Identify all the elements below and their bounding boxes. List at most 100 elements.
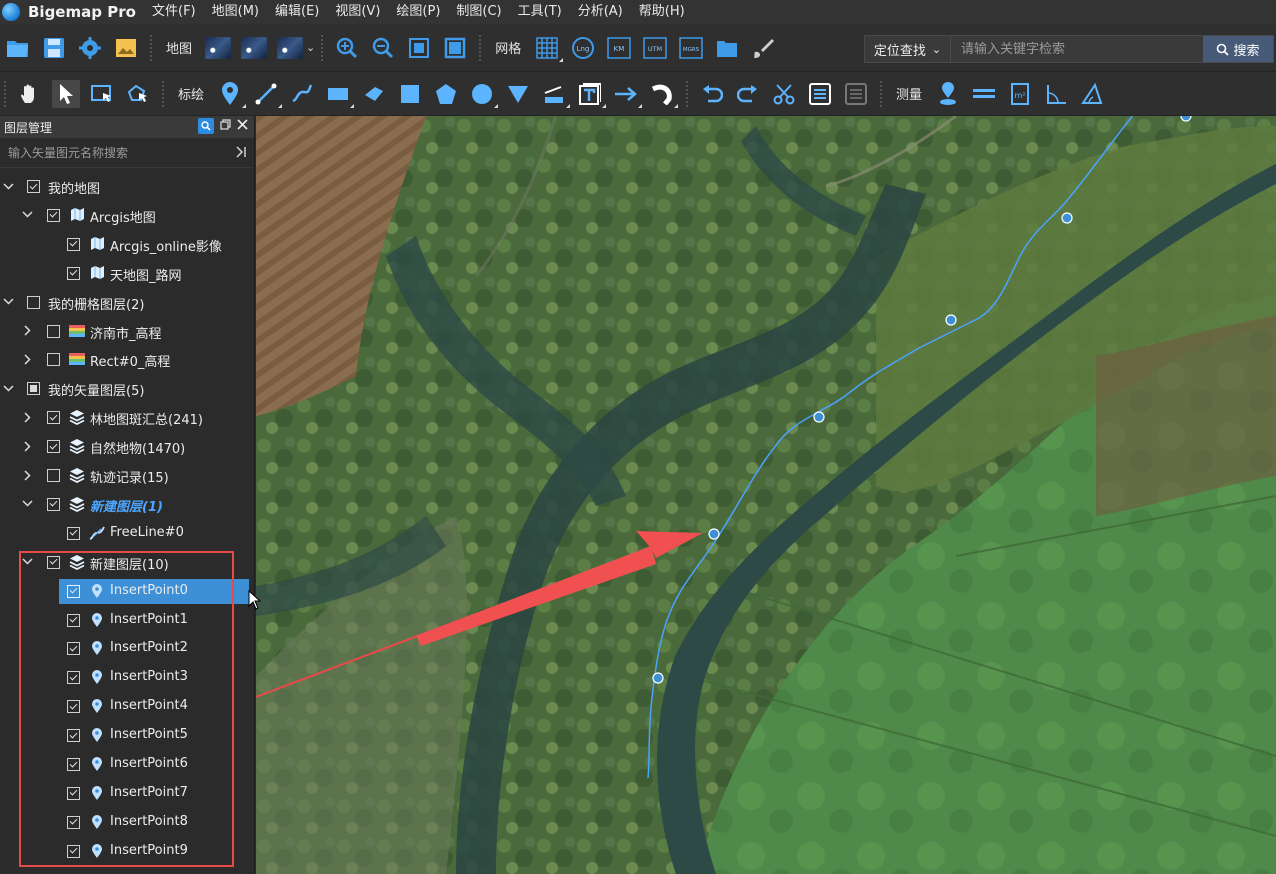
layer-tree-row[interactable]: 我的矢量图层(5) (0, 374, 254, 403)
layer-visibility-checkbox[interactable] (67, 815, 80, 829)
layer-list-icon[interactable] (806, 80, 834, 108)
layer-visibility-checkbox[interactable] (67, 613, 80, 627)
folder-icon[interactable] (713, 34, 741, 62)
menu-view[interactable]: 视图(V) (327, 0, 388, 24)
open-folder-icon[interactable] (4, 34, 32, 62)
map-canvas[interactable] (256, 116, 1276, 874)
layer-tree-row[interactable]: InsertPoint5 (0, 721, 254, 750)
layer-visibility-checkbox[interactable] (67, 237, 80, 251)
layer-visibility-checkbox[interactable] (67, 786, 80, 800)
settings-gear-icon[interactable] (76, 34, 104, 62)
layer-tree-row[interactable]: 轨迹记录(15) (0, 461, 254, 490)
layer-visibility-checkbox[interactable] (47, 324, 60, 338)
hand-pan-icon[interactable] (16, 80, 44, 108)
chevron-right-icon[interactable] (21, 469, 33, 481)
layer-visibility-checkbox[interactable] (47, 411, 60, 425)
zoom-extent-icon[interactable] (405, 34, 433, 62)
menu-cartography[interactable]: 制图(C) (448, 0, 509, 24)
insert-point-marker[interactable] (708, 528, 720, 540)
layer-filter-input[interactable] (8, 145, 228, 160)
square-icon[interactable] (396, 80, 424, 108)
layer-list-disabled-icon[interactable] (842, 80, 870, 108)
collapse-panel-icon[interactable] (235, 146, 246, 161)
chevron-right-icon[interactable] (21, 325, 33, 337)
marker-icon[interactable] (216, 80, 247, 108)
map-source-3-icon[interactable] (276, 34, 304, 62)
search-button[interactable]: 搜索 (1203, 36, 1273, 62)
layer-visibility-checkbox[interactable] (67, 758, 80, 771)
restore-window-icon[interactable] (220, 119, 231, 133)
map-source-1-icon[interactable] (204, 34, 232, 62)
layer-tree-row[interactable]: 新建图层(10) (0, 548, 254, 577)
ruler-area-icon[interactable] (540, 80, 571, 108)
menu-edit[interactable]: 编辑(E) (267, 0, 327, 24)
layer-tree-row[interactable]: InsertPoint9 (0, 837, 254, 866)
layer-visibility-checkbox[interactable] (47, 469, 60, 482)
layer-visibility-checkbox[interactable] (27, 180, 40, 193)
save-icon[interactable] (40, 34, 68, 62)
layer-visibility-checkbox[interactable] (27, 295, 40, 309)
curve-arrow-icon[interactable] (648, 80, 679, 108)
pointer-select-icon[interactable] (52, 79, 80, 108)
layer-tree-row[interactable]: InsertPoint0 (0, 577, 254, 606)
chevron-down-icon[interactable] (21, 556, 33, 568)
layer-visibility-checkbox[interactable] (67, 266, 80, 280)
full-extent-icon[interactable] (441, 34, 469, 62)
grid-icon[interactable] (533, 34, 564, 62)
mgrs-grid-icon[interactable]: MGRS (677, 34, 705, 62)
chevron-down-icon[interactable] (2, 382, 14, 394)
brush-icon[interactable] (749, 34, 777, 62)
layer-tree-row[interactable]: Arcgis地图 (0, 201, 254, 230)
layer-visibility-checkbox[interactable] (47, 208, 60, 222)
search-mode-dropdown[interactable]: 定位查找 ⌄ (865, 36, 951, 62)
layer-tree-row[interactable]: InsertPoint8 (0, 808, 254, 837)
chevron-right-icon[interactable] (21, 411, 33, 423)
menu-tools[interactable]: 工具(T) (510, 0, 570, 24)
map-source-2-icon[interactable] (240, 34, 268, 62)
zoom-in-icon[interactable] (333, 34, 361, 62)
measure-length-icon[interactable] (970, 80, 998, 108)
redo-icon[interactable] (734, 80, 762, 108)
circle-icon[interactable] (468, 80, 499, 108)
lasso-select-icon[interactable] (124, 80, 152, 108)
undo-icon[interactable] (698, 80, 726, 108)
layer-visibility-checkbox[interactable] (67, 729, 80, 743)
insert-point-marker[interactable] (945, 314, 957, 326)
menu-draw[interactable]: 绘图(P) (388, 0, 448, 24)
layer-tree-row[interactable]: 济南市_高程 (0, 317, 254, 346)
layer-visibility-checkbox[interactable] (47, 440, 60, 454)
layer-visibility-checkbox[interactable] (67, 584, 80, 598)
km-grid-icon[interactable]: KM (605, 34, 633, 62)
lnglat-grid-icon[interactable]: Lng (569, 34, 597, 62)
layer-tree-row[interactable]: InsertPoint6 (0, 750, 254, 779)
menu-help[interactable]: 帮助(H) (631, 0, 693, 24)
layer-tree-row[interactable]: InsertPoint7 (0, 779, 254, 808)
layer-tree-row[interactable]: InsertPoint2 (0, 634, 254, 663)
chevron-down-icon[interactable] (21, 209, 33, 221)
layer-visibility-checkbox[interactable] (27, 382, 40, 396)
freeline-icon[interactable] (288, 80, 316, 108)
rect-select-icon[interactable] (88, 80, 116, 108)
menu-analysis[interactable]: 分析(A) (570, 0, 631, 24)
close-icon[interactable] (237, 119, 248, 133)
panel-search-icon[interactable] (198, 118, 214, 134)
layer-visibility-checkbox[interactable] (67, 526, 80, 540)
layer-tree-row[interactable]: InsertPoint1 (0, 606, 254, 635)
layer-tree-row[interactable]: 我的栅格图层(2) (0, 288, 254, 317)
rectangle-icon[interactable] (324, 80, 355, 108)
menu-map[interactable]: 地图(M) (204, 0, 267, 24)
layer-tree-row[interactable]: 林地图斑汇总(241) (0, 403, 254, 432)
layer-visibility-checkbox[interactable] (67, 642, 80, 656)
polyline-icon[interactable] (252, 80, 283, 108)
zoom-out-icon[interactable] (369, 34, 397, 62)
layer-tree-row[interactable]: 我的地图 (0, 172, 254, 201)
menu-file[interactable]: 文件(F) (144, 0, 204, 24)
measure-triangle-icon[interactable] (1078, 80, 1106, 108)
measure-angle-icon[interactable] (1042, 80, 1070, 108)
layer-visibility-checkbox[interactable] (67, 671, 80, 685)
layer-visibility-checkbox[interactable] (67, 700, 80, 714)
layer-visibility-checkbox[interactable] (47, 497, 60, 511)
image-icon[interactable] (112, 34, 140, 62)
layer-tree-row[interactable]: FreeLine#0 (0, 519, 254, 548)
insert-point-marker[interactable] (1061, 212, 1073, 224)
